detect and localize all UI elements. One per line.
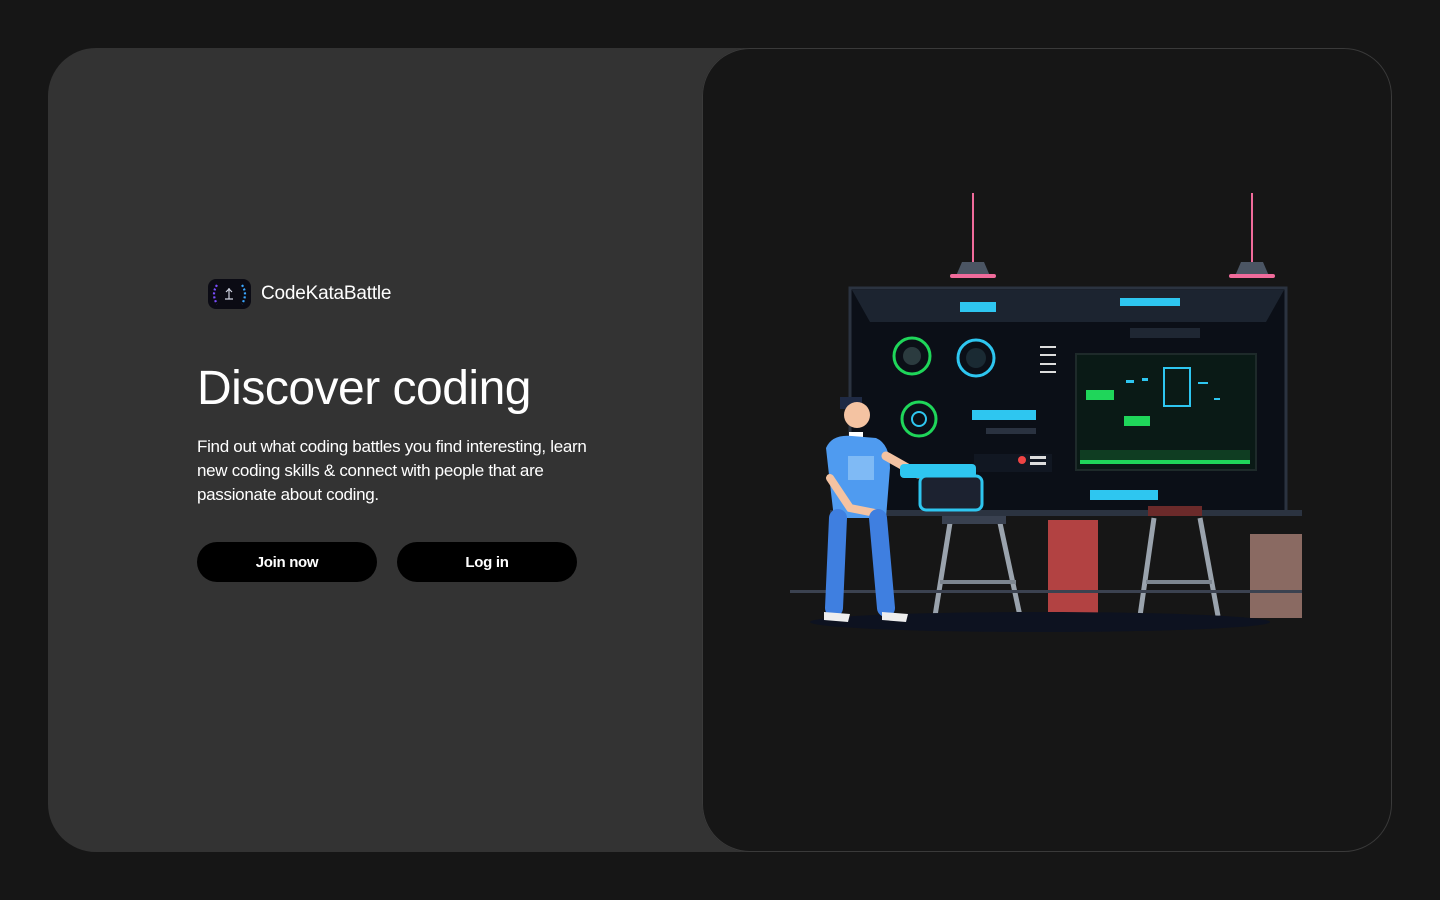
join-now-button[interactable]: Join now [197,542,377,582]
desk-and-stools [790,506,1302,632]
left-pendant-lamp [950,193,996,278]
right-pendant-lamp [1229,193,1275,278]
log-in-button[interactable]: Log in [397,542,577,582]
brand-name: CodeKataBattle [261,283,392,304]
laurel-hand-logo-icon [208,279,251,309]
hero-description: Find out what coding battles you find in… [197,437,587,504]
hero-title: Discover coding [197,362,531,415]
hero-actions: Join now Log in [197,542,577,582]
landing-card: CodeKataBattle Discover coding Find out … [48,48,1392,852]
developer-at-monitor-wall-illustration [790,193,1302,632]
monitor-wall [848,286,1288,516]
brand[interactable]: CodeKataBattle [208,279,391,309]
illustration-panel [702,48,1392,852]
